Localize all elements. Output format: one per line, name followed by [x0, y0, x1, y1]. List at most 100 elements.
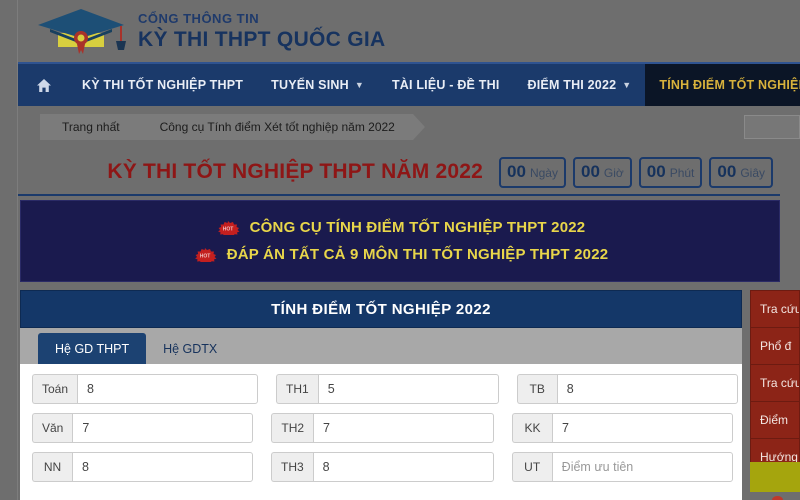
sidebar-item-pho-diem[interactable]: Phổ đ	[751, 328, 799, 365]
promo-banner: HOT CÔNG CỤ TÍNH ĐIỂM TỐT NGHIỆP THPT 20…	[20, 200, 780, 282]
score-calculator-panel: TÍNH ĐIỂM TỐT NGHIỆP 2022 Hệ GD THPT Hệ …	[20, 290, 742, 500]
sidebar-item-tra-cuu-1[interactable]: Tra cứu	[751, 291, 799, 328]
svg-text:HOT: HOT	[199, 253, 210, 259]
promo-link-cong-cu[interactable]: HOT CÔNG CỤ TÍNH ĐIỂM TỐT NGHIỆP THPT 20…	[215, 219, 586, 236]
countdown-box-minutes: 00 Phút	[638, 156, 703, 188]
countdown-value: 00	[717, 161, 737, 181]
countdown-value: 00	[580, 161, 600, 181]
countdown-value: 00	[507, 161, 526, 181]
promo-label: ĐÁP ÁN TẤT CẢ 9 MÔN THI TỐT NGHIỆP THPT …	[226, 246, 609, 263]
field-label: TH1	[276, 374, 318, 404]
countdown-unit: Phút	[669, 165, 695, 180]
countdown-value: 00	[646, 161, 666, 181]
nav-item-label: TUYỂN SINH	[271, 78, 349, 92]
input-nn[interactable]	[72, 452, 253, 482]
field-ut: UT	[511, 452, 733, 482]
nav-item-tuyen-sinh[interactable]: TUYỂN SINH ▼	[257, 64, 378, 106]
main-navigation: KỲ THI TỐT NGHIỆP THPT TUYỂN SINH ▼ TÀI …	[18, 62, 800, 106]
hot-badge-icon: HOT	[194, 247, 217, 262]
input-van[interactable]	[72, 413, 254, 443]
sidebar-promo-block[interactable]	[750, 462, 800, 492]
search-input[interactable]	[744, 115, 800, 139]
page-root: CỔNG THÔNG TIN KỲ THI THPT QUỐC GIA KỲ T…	[0, 0, 800, 500]
nav-item-label: KỲ THI TỐT NGHIỆP THPT	[82, 78, 244, 92]
site-logo[interactable]: CỔNG THÔNG TIN KỲ THI THPT QUỐC GIA	[32, 5, 386, 57]
countdown-bar: KỲ THI TỐT NGHIỆP THPT NĂM 2022 00 Ngày …	[18, 150, 780, 196]
field-label: Văn	[32, 413, 73, 443]
field-label: Toán	[32, 374, 78, 404]
promo-link-dap-an[interactable]: HOT ĐÁP ÁN TẤT CẢ 9 MÔN THI TỐT NGHIỆP T…	[192, 246, 609, 263]
home-icon	[37, 78, 51, 92]
countdown-box-hours: 00 Giờ	[572, 156, 632, 188]
field-label: TH2	[271, 413, 314, 443]
field-toan: Toán	[32, 374, 259, 404]
input-kk[interactable]	[552, 413, 734, 443]
calculator-header: TÍNH ĐIỂM TỐT NGHIỆP 2022	[20, 290, 742, 328]
page-title: TÍNH ĐIỂM TỐT NGHIỆP 2022	[271, 300, 491, 318]
promo-label: CÔNG CỤ TÍNH ĐIỂM TỐT NGHIỆP THPT 2022	[249, 219, 586, 236]
tab-he-gd-thpt[interactable]: Hệ GD THPT	[38, 333, 147, 364]
input-th1[interactable]	[317, 374, 499, 404]
breadcrumb-item-current[interactable]: Công cụ Tính điểm Xét tốt nghiệp năm 202…	[137, 114, 426, 140]
nav-item-label: TÍNH ĐIỂM TỐT NGHIỆP	[659, 78, 800, 92]
nav-item-tai-lieu-de-thi[interactable]: TÀI LIỆU - ĐỀ THI	[378, 64, 514, 106]
nav-item-label: ĐIỂM THI 2022	[527, 78, 617, 92]
countdown-unit: Giây	[740, 165, 765, 180]
form-row: NN TH3 UT	[32, 452, 733, 482]
tab-he-gdtx[interactable]: Hệ GDTX	[146, 333, 234, 364]
nav-home-icon[interactable]	[18, 64, 68, 106]
input-ut[interactable]	[551, 452, 733, 482]
sidebar-item-tra-cuu-2[interactable]: Tra cứu	[751, 365, 799, 402]
input-th3[interactable]	[312, 452, 494, 482]
nav-item-ky-thi-tot-nghiep[interactable]: KỲ THI TỐT NGHIỆP THPT	[68, 64, 257, 106]
left-gutter	[0, 0, 18, 500]
calculator-tabs: Hệ GD THPT Hệ GDTX	[20, 328, 742, 364]
input-th2[interactable]	[313, 413, 495, 443]
input-tb[interactable]	[556, 374, 738, 404]
field-label: KK	[512, 413, 553, 443]
form-row: Văn TH2 KK	[32, 413, 734, 443]
breadcrumb-item-home[interactable]: Trang nhất	[40, 114, 150, 140]
form-row: Toán TH1 TB	[32, 374, 738, 404]
field-th1: TH1	[276, 374, 499, 404]
countdown-unit: Giờ	[603, 165, 624, 180]
logo-title: KỲ THI THPT QUỐC GIA	[138, 28, 386, 51]
tab-label: Hệ GD THPT	[55, 342, 130, 356]
countdown-box-seconds: 00 Giây	[709, 156, 773, 188]
sidebar-item-label: Tra cứu	[760, 302, 799, 316]
input-toan[interactable]	[77, 374, 259, 404]
nav-item-label: TÀI LIỆU - ĐỀ THI	[391, 78, 500, 92]
countdown-unit: Ngày	[529, 165, 558, 180]
field-label: TH3	[271, 452, 313, 482]
chevron-down-icon: ▼	[622, 80, 632, 90]
sidebar-item-diem[interactable]: Điểm	[751, 402, 799, 439]
countdown-title: KỲ THI TỐT NGHIỆP THPT NĂM 2022	[107, 160, 484, 183]
tab-label: Hệ GDTX	[163, 342, 218, 356]
nav-item-tinh-diem-tot-nghiep[interactable]: TÍNH ĐIỂM TỐT NGHIỆP	[645, 64, 800, 106]
sidebar-item-label: Phổ đ	[760, 339, 792, 353]
field-kk: KK	[512, 413, 734, 443]
svg-text:HOT: HOT	[222, 226, 233, 232]
field-th3: TH3	[271, 452, 494, 482]
field-nn: NN	[32, 452, 253, 482]
field-tb: TB	[516, 374, 738, 404]
countdown-box-days: 00 Ngày	[499, 156, 566, 188]
field-van: Văn	[32, 413, 254, 443]
score-input-form: Toán TH1 TB Văn TH2	[20, 364, 742, 500]
field-label: TB	[516, 374, 557, 404]
nav-item-diem-thi-2022[interactable]: ĐIỂM THI 2022 ▼	[514, 64, 646, 106]
field-th2: TH2	[271, 413, 495, 443]
hot-badge-icon: HOT	[217, 220, 240, 235]
right-sidebar: Tra cứu Phổ đ Tra cứu Điểm Hướng	[750, 290, 800, 476]
site-header: CỔNG THÔNG TIN KỲ THI THPT QUỐC GIA	[18, 0, 800, 62]
sidebar-item-label: Tra cứu	[760, 376, 799, 390]
field-label: NN	[32, 452, 72, 482]
sidebar-badge-dot	[772, 496, 783, 500]
chevron-down-icon: ▼	[354, 80, 364, 90]
logo-subtitle: CỔNG THÔNG TIN	[138, 11, 260, 26]
breadcrumb-label: Trang nhất	[62, 120, 120, 134]
field-label: UT	[511, 452, 552, 482]
sidebar-item-label: Điểm	[760, 413, 789, 427]
graduation-cap-icon	[38, 9, 126, 54]
breadcrumb: Trang nhất Công cụ Tính điểm Xét tốt ngh…	[18, 106, 800, 148]
